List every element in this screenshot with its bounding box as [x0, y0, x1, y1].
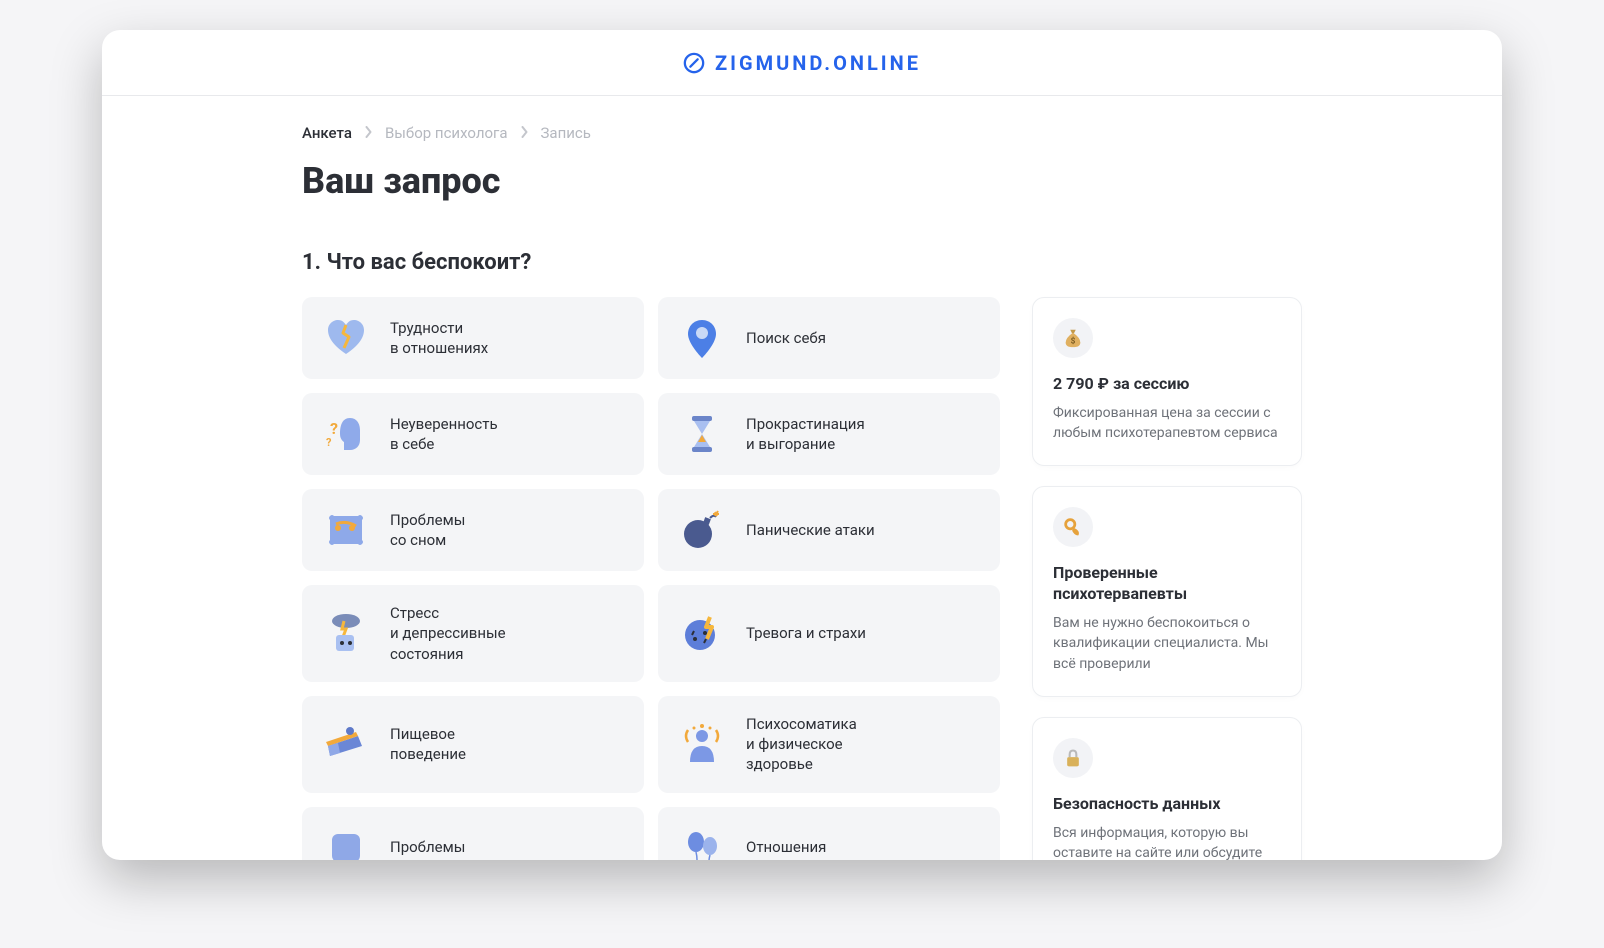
- option-anxiety[interactable]: Тревога и страхи: [658, 585, 1000, 682]
- info-card-verified: Проверенные психотервапевты Вам не нужно…: [1032, 486, 1302, 696]
- hourglass-icon: [680, 412, 724, 456]
- option-label: Стресс и депрессивные состояния: [390, 603, 506, 664]
- option-label: Проблемы: [390, 837, 465, 857]
- topbar: ZIGMUND.ONLINE: [102, 30, 1502, 96]
- chevron-right-icon: [364, 124, 373, 142]
- option-label: Психосоматика и физическое здоровье: [746, 714, 857, 775]
- question-title: 1. Что вас беспокоит?: [302, 250, 1302, 275]
- option-label: Тревога и страхи: [746, 623, 866, 643]
- option-self-doubt[interactable]: ?? Неуверенность в себе: [302, 393, 644, 475]
- lock-icon: [1053, 738, 1093, 778]
- breadcrumb: Анкета Выбор психолога Запись: [302, 124, 1302, 142]
- money-bag-icon: $: [1053, 318, 1093, 358]
- pillow-icon: [324, 508, 368, 552]
- breadcrumb-step-3: Запись: [541, 124, 591, 142]
- option-stress[interactable]: Стресс и депрессивные состояния: [302, 585, 644, 682]
- option-eating[interactable]: Пищевое поведение: [302, 696, 644, 793]
- svg-text:?: ?: [326, 436, 332, 449]
- breadcrumb-step-1[interactable]: Анкета: [302, 124, 352, 142]
- option-label: Пищевое поведение: [390, 724, 466, 765]
- option-label: Поиск себя: [746, 328, 826, 348]
- option-panic[interactable]: Панические атаки: [658, 489, 1000, 571]
- app-window: ZIGMUND.ONLINE Анкета Выбор психолога За…: [102, 30, 1502, 860]
- cake-icon: [324, 722, 368, 766]
- info-card-price: $ 2 790 ₽ за сессию Фиксированная цена з…: [1032, 297, 1302, 466]
- info-card-title: 2 790 ₽ за сессию: [1053, 374, 1281, 395]
- bomb-icon: [680, 508, 724, 552]
- option-problems[interactable]: Проблемы: [302, 807, 644, 861]
- option-label: Панические атаки: [746, 520, 875, 540]
- info-card-text: Вся информация, которую вы оставите на с…: [1053, 823, 1281, 860]
- brand-logo-icon: [683, 52, 705, 74]
- option-label: Неуверенность в себе: [390, 414, 498, 455]
- sidebar: $ 2 790 ₽ за сессию Фиксированная цена з…: [1032, 297, 1302, 860]
- info-card-title: Безопасность данных: [1053, 794, 1281, 815]
- option-procrastination[interactable]: Прокрастинация и выгорание: [658, 393, 1000, 475]
- options-grid: Трудности в отношениях Поиск себя ?? Неу…: [302, 297, 1000, 860]
- info-card-text: Вам не нужно беспокоиться о квалификации…: [1053, 613, 1281, 674]
- breadcrumb-step-2: Выбор психолога: [385, 124, 508, 142]
- planet-bolt-icon: [680, 611, 724, 655]
- content: Анкета Выбор психолога Запись Ваш запрос…: [102, 96, 1502, 860]
- broken-heart-icon: [324, 316, 368, 360]
- option-relationships[interactable]: Трудности в отношениях: [302, 297, 644, 379]
- body-aura-icon: [680, 722, 724, 766]
- pin-icon: [680, 316, 724, 360]
- info-card-title: Проверенные психотервапевты: [1053, 563, 1281, 605]
- question-person-icon: ??: [324, 412, 368, 456]
- option-label: Отношения: [746, 837, 826, 857]
- chevron-right-icon: [520, 124, 529, 142]
- option-label: Прокрастинация и выгорание: [746, 414, 865, 455]
- ok-hand-icon: [1053, 507, 1093, 547]
- page-title: Ваш запрос: [302, 160, 1302, 202]
- option-sleep[interactable]: Проблемы со сном: [302, 489, 644, 571]
- option-label: Проблемы со сном: [390, 510, 465, 551]
- storm-head-icon: [324, 611, 368, 655]
- balloons-icon: [680, 826, 724, 861]
- brand-name: ZIGMUND.ONLINE: [715, 51, 921, 75]
- info-card-security: Безопасность данных Вся информация, кото…: [1032, 717, 1302, 860]
- option-self-search[interactable]: Поиск себя: [658, 297, 1000, 379]
- generic-icon: [324, 826, 368, 861]
- svg-text:$: $: [1071, 336, 1076, 347]
- option-label: Трудности в отношениях: [390, 318, 488, 359]
- option-relations[interactable]: Отношения: [658, 807, 1000, 861]
- info-card-text: Фиксированная цена за сессии с любым пси…: [1053, 403, 1281, 444]
- main-layout: Трудности в отношениях Поиск себя ?? Неу…: [302, 297, 1302, 860]
- option-psychosomatic[interactable]: Психосоматика и физическое здоровье: [658, 696, 1000, 793]
